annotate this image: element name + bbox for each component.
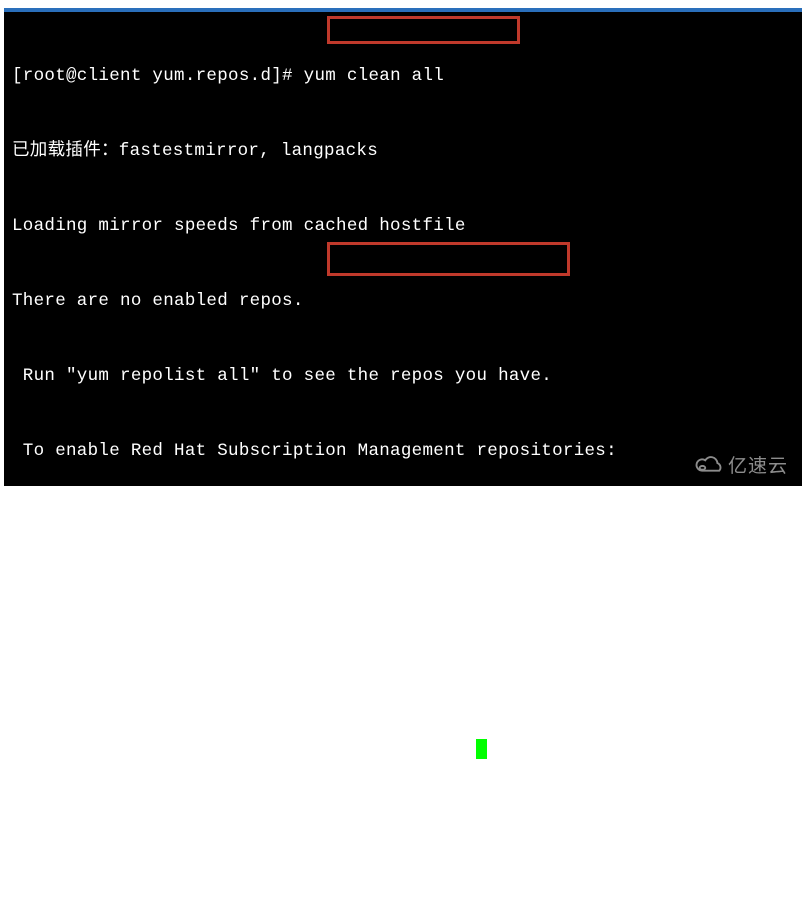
terminal-line: There are no enabled repos. [12, 289, 796, 314]
terminal-line: 已加载插件：fastestmirror, langpacks [12, 139, 796, 164]
highlight-box-2 [327, 242, 570, 276]
terminal-window[interactable]: [root@client yum.repos.d]# yum clean all… [4, 8, 802, 486]
command-text: vim centos7.repo [304, 743, 477, 763]
command-text: yum clean all [304, 66, 444, 86]
highlight-box-1 [327, 16, 520, 44]
terminal-line: [root@client yum.repos.d]# yum clean all [12, 64, 796, 89]
watermark: 亿速云 [694, 451, 788, 478]
terminal-line: Loading mirror speeds from cached hostfi… [12, 214, 796, 239]
terminal-line: To enable custom repositories: [12, 589, 796, 614]
terminal-line: Run "yum repolist all" to see the repos … [12, 364, 796, 389]
terminal-line: [root@client yum.repos.d]# vim centos7.r… [12, 739, 796, 766]
terminal-line: To enable Red Hat Subscription Managemen… [12, 439, 796, 464]
terminal-line: yum-config-manager --enable <repo> [12, 664, 796, 689]
watermark-text: 亿速云 [728, 451, 788, 478]
shell-prompt: [root@client yum.repos.d]# [12, 743, 304, 763]
terminal-cursor [476, 739, 487, 759]
terminal-line: subscription-manager repos --enable <rep… [12, 514, 796, 539]
terminal-output-area[interactable]: [root@client yum.repos.d]# yum clean all… [4, 12, 802, 897]
shell-prompt: [root@client yum.repos.d]# [12, 66, 304, 86]
cloud-icon [694, 455, 724, 475]
